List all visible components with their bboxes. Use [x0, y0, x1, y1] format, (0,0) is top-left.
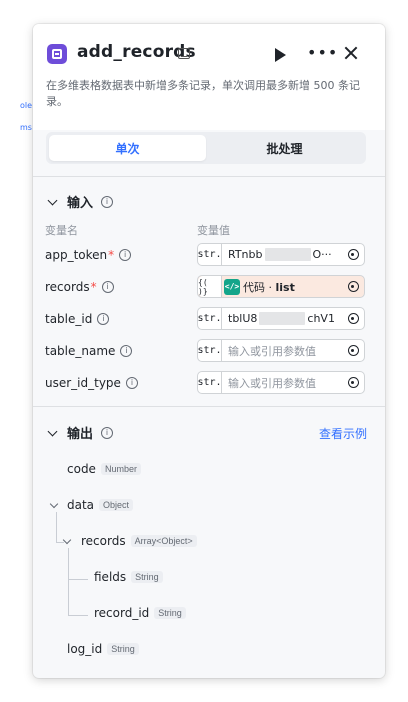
mode-tabs: 单次 批处理 — [46, 132, 366, 164]
param-label-records: records * i — [45, 280, 114, 294]
type-tag: String — [131, 571, 163, 583]
app-token-input[interactable]: str. RTnbb O··· — [197, 243, 365, 266]
tab-single[interactable]: 单次 — [49, 135, 206, 161]
type-indicator[interactable]: str. — [197, 308, 222, 329]
input-section-header[interactable]: 输入 i — [47, 192, 114, 211]
tab-batch[interactable]: 批处理 — [206, 135, 363, 161]
col-header-name: 变量名 — [45, 224, 78, 237]
info-icon[interactable]: i — [97, 313, 110, 325]
chevron-down-icon[interactable] — [62, 535, 72, 545]
table-name-placeholder[interactable]: 输入或引用参数值 — [222, 343, 342, 359]
variable-target-icon[interactable] — [342, 340, 364, 361]
output-field-records: records Array<Object> — [81, 534, 197, 548]
type-tag: String — [154, 607, 186, 619]
output-field-data: data Object — [67, 498, 134, 512]
param-label-table-name: table_name i — [45, 344, 133, 358]
type-indicator[interactable]: str. — [197, 244, 222, 265]
more-icon[interactable]: ••• — [307, 43, 338, 62]
tree-line — [56, 542, 64, 543]
info-icon[interactable]: i — [101, 195, 114, 208]
tree-line — [68, 548, 69, 616]
param-label-app-token: app_token * i — [45, 248, 132, 262]
type-indicator[interactable]: {( )} — [198, 276, 222, 297]
variable-target-icon[interactable] — [342, 372, 364, 393]
chevron-down-icon[interactable] — [47, 426, 58, 436]
info-icon[interactable]: i — [101, 281, 114, 293]
chevron-down-icon[interactable] — [49, 499, 59, 509]
col-header-value: 变量值 — [197, 224, 230, 237]
close-icon[interactable] — [344, 46, 358, 60]
info-icon[interactable]: i — [125, 377, 138, 389]
output-field-record-id: record_id String — [94, 606, 186, 620]
type-indicator[interactable]: str. — [197, 340, 222, 361]
output-section-header[interactable]: 输出 i — [47, 423, 114, 442]
divider — [33, 176, 385, 177]
required-mark: * — [108, 248, 115, 262]
user-id-type-input[interactable]: str. 输入或引用参数值 — [197, 371, 365, 394]
input-section-title: 输入 — [67, 196, 94, 211]
redacted-block — [264, 248, 311, 262]
variable-target-icon[interactable] — [342, 244, 364, 265]
divider — [33, 406, 385, 407]
param-label-table-id: table_id i — [45, 312, 110, 326]
output-field-code: code Number — [67, 462, 141, 476]
type-tag: Object — [99, 499, 134, 511]
output-field-log-id: log_id String — [67, 642, 139, 656]
panel-header: add_records ••• 在多维表格数据表中新增多条记录，单次调用最多新增… — [33, 24, 385, 130]
records-reference[interactable]: 代码 · list — [243, 279, 342, 295]
output-field-fields: fields String — [94, 570, 163, 584]
chevron-down-icon[interactable] — [47, 195, 58, 205]
run-icon[interactable] — [275, 48, 286, 62]
tree-line — [68, 615, 88, 616]
records-input[interactable]: {( )} </> 代码 · list — [197, 275, 365, 298]
type-indicator[interactable]: str. — [197, 372, 222, 393]
table-id-input[interactable]: str. tblU8 chV1 — [197, 307, 365, 330]
required-mark: * — [90, 280, 97, 294]
node-description: 在多维表格数据表中新增多条记录，单次调用最多新增 500 条记录。 — [46, 79, 360, 108]
type-tag: String — [107, 643, 139, 655]
tree-line — [68, 579, 88, 580]
info-icon[interactable]: i — [120, 345, 133, 357]
output-section-title: 输出 — [67, 427, 94, 442]
node-type-icon — [47, 44, 67, 64]
debug-badge-icon[interactable] — [178, 48, 190, 59]
info-icon[interactable]: i — [101, 426, 114, 439]
variable-target-icon[interactable] — [342, 276, 364, 297]
type-tag: Array<Object> — [130, 535, 197, 547]
tree-line — [56, 512, 57, 542]
info-icon[interactable]: i — [119, 249, 132, 261]
param-label-user-id-type: user_id_type i — [45, 376, 138, 390]
app-token-value[interactable]: RTnbb O··· — [222, 248, 342, 262]
node-config-panel: add_records ••• 在多维表格数据表中新增多条记录，单次调用最多新增… — [33, 24, 385, 678]
user-id-type-placeholder[interactable]: 输入或引用参数值 — [222, 375, 342, 391]
table-id-value[interactable]: tblU8 chV1 — [222, 312, 342, 326]
type-tag: Number — [100, 463, 141, 475]
code-icon: </> — [224, 278, 240, 295]
redacted-block — [259, 312, 306, 326]
canvas-edge-fragment: ole ms — [20, 101, 33, 132]
view-example-link[interactable]: 查看示例 — [319, 425, 367, 442]
variable-target-icon[interactable] — [342, 308, 364, 329]
table-name-input[interactable]: str. 输入或引用参数值 — [197, 339, 365, 362]
